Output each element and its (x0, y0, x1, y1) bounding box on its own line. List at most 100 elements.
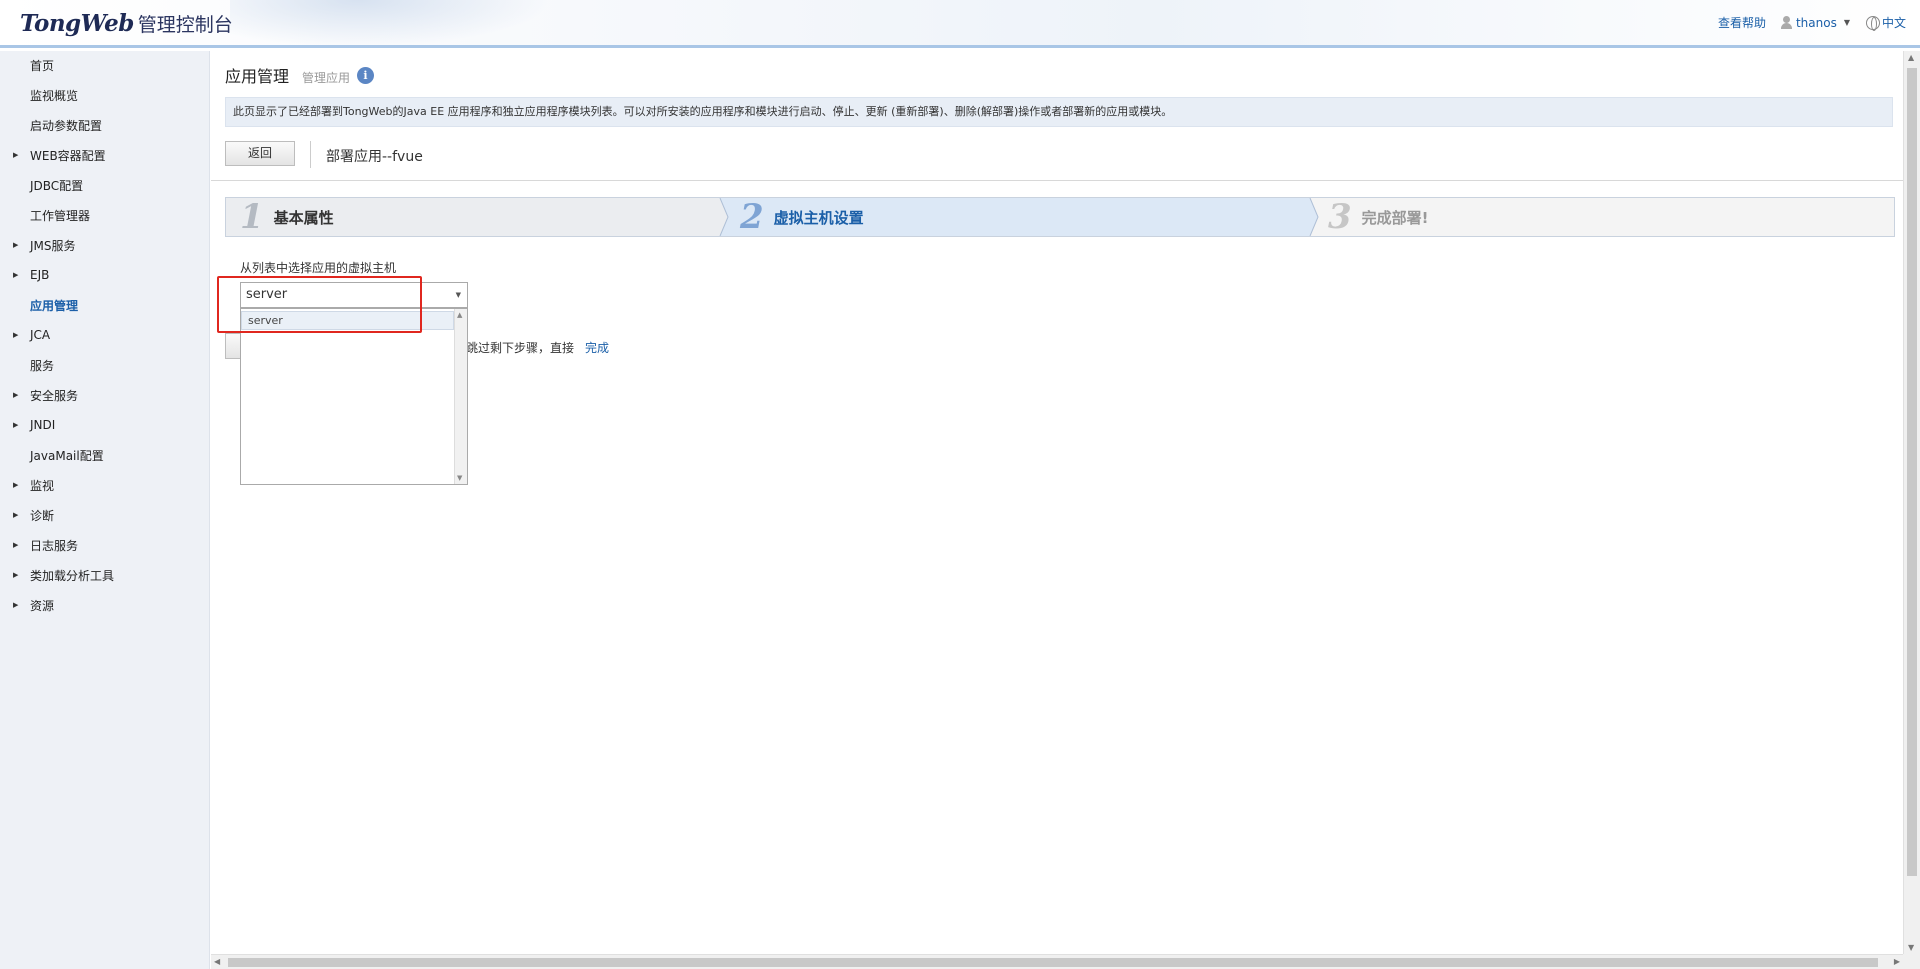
wizard-step-virtual-host[interactable]: 2 虚拟主机设置 (716, 198, 1306, 236)
sidebar-item[interactable]: JDBC配置 (0, 173, 210, 197)
sidebar-item[interactable]: ▶ JCA (0, 323, 210, 347)
top-header: TongWeb 管理控制台 查看帮助 thanos ▼ 中文 (0, 0, 1920, 48)
sidebar-item[interactable]: ▶ 日志服务 (0, 533, 210, 557)
skip-steps-text: 跳过剩下步骤，直接 (466, 341, 575, 355)
expand-arrow-icon: ▶ (13, 541, 19, 549)
sidebar-item-label: WEB容器配置 (30, 148, 106, 163)
next-button[interactable] (225, 333, 241, 359)
step-label: 完成部署! (1361, 208, 1429, 227)
horizontal-scrollbar[interactable]: ◀ ▶ (211, 954, 1903, 969)
sidebar-item[interactable]: 首页 (0, 53, 210, 77)
sidebar-item[interactable]: 应用管理 (0, 293, 210, 317)
expand-arrow-icon: ▶ (13, 481, 19, 489)
info-icon[interactable]: i (357, 67, 374, 84)
sidebar-item[interactable]: ▶ WEB容器配置 (0, 143, 210, 167)
vertical-scroll-thumb[interactable] (1907, 68, 1917, 876)
expand-arrow-icon: ▶ (13, 601, 19, 609)
sidebar-item-label: 监视 (30, 478, 55, 493)
vhost-option-server[interactable]: server (241, 311, 454, 330)
sidebar-item-label: JavaMail配置 (30, 448, 104, 463)
sidebar-item[interactable]: 监视概览 (0, 83, 210, 107)
sidebar-item[interactable]: ▶ 类加载分析工具 (0, 563, 210, 587)
sidebar-item[interactable]: 服务 (0, 353, 210, 377)
sidebar-item-label: 服务 (30, 358, 55, 373)
sidebar-item-label: 启动参数配置 (30, 118, 103, 133)
sidebar-item[interactable]: ▶ 安全服务 (0, 383, 210, 407)
language-label: 中文 (1881, 16, 1906, 30)
scroll-right-icon[interactable]: ▶ (1894, 957, 1900, 966)
scroll-up-icon[interactable]: ▲ (1908, 53, 1914, 62)
step-label: 基本属性 (273, 208, 334, 227)
logo-subtitle: 管理控制台 (137, 14, 233, 36)
sidebar-item-label: 首页 (30, 58, 55, 73)
horizontal-scroll-thumb[interactable] (228, 958, 1878, 967)
scroll-down-icon[interactable]: ▼ (457, 474, 462, 482)
sidebar-nav: 首页 监视概览 启动参数配置 ▶ WEB容器配置 JDBC配置 工作管理器 ▶ JMS服务 ▶ EJ… (0, 51, 210, 969)
scroll-up-icon[interactable]: ▲ (457, 311, 462, 319)
scroll-left-icon[interactable]: ◀ (214, 957, 220, 966)
sidebar-item-label: JMS服务 (30, 238, 76, 253)
wizard-step-basic-properties[interactable]: 1 基本属性 (226, 198, 716, 236)
expand-arrow-icon: ▶ (13, 241, 19, 249)
globe-icon (1865, 15, 1880, 31)
chevron-down-icon: ▼ (455, 291, 461, 299)
wizard-step-finish[interactable]: 3 完成部署! (1306, 198, 1894, 236)
sidebar-item-label: 日志服务 (30, 538, 79, 553)
page-title: 应用管理 (225, 67, 290, 86)
language-switch[interactable]: 中文 (1865, 14, 1906, 31)
sidebar-item[interactable]: ▶ JNDI (0, 413, 210, 437)
sidebar-item[interactable]: 启动参数配置 (0, 113, 210, 137)
vhost-dropdown-list[interactable]: server ▲ ▼ (240, 308, 468, 485)
scroll-down-icon[interactable]: ▼ (1908, 943, 1914, 952)
sidebar-item-label: 资源 (30, 598, 55, 613)
vertical-scrollbar[interactable]: ▲ ▼ (1903, 51, 1920, 954)
expand-arrow-icon: ▶ (13, 331, 19, 339)
page-subtitle: 管理应用 (302, 71, 351, 85)
scroll-corner (1903, 954, 1920, 969)
section-divider (211, 180, 1903, 181)
sidebar-item-label: JNDI (30, 418, 56, 432)
sidebar-item[interactable]: ▶ 资源 (0, 593, 210, 617)
help-link[interactable]: 查看帮助 (1718, 14, 1766, 31)
sidebar-item-label: JDBC配置 (30, 178, 84, 193)
sidebar-item-label: 诊断 (30, 508, 55, 523)
toolbar-divider (310, 141, 311, 168)
back-button[interactable]: 返回 (225, 141, 295, 166)
dropdown-scrollbar[interactable]: ▲ ▼ (454, 309, 467, 484)
vhost-select[interactable]: server ▼ (240, 282, 468, 308)
sidebar-item-label: EJB (30, 268, 50, 282)
sidebar-item-label: JCA (30, 328, 51, 342)
vhost-field-label: 从列表中选择应用的虚拟主机 (240, 261, 397, 275)
sidebar-item-label: 类加载分析工具 (30, 568, 115, 583)
step-separator-icon (1306, 198, 1319, 236)
sidebar-item[interactable]: 工作管理器 (0, 203, 210, 227)
user-icon (1780, 16, 1793, 29)
step-number: 3 (1328, 197, 1352, 237)
chevron-down-icon: ▼ (1843, 18, 1850, 27)
expand-arrow-icon: ▶ (13, 421, 19, 429)
sidebar-item[interactable]: ▶ JMS服务 (0, 233, 210, 257)
sidebar-item-label: 安全服务 (30, 388, 79, 403)
sidebar-item[interactable]: JavaMail配置 (0, 443, 210, 467)
step-number: 1 (240, 197, 264, 237)
main-content: 应用管理 管理应用 i 此页显示了已经部署到TongWeb的Java EE 应用… (211, 51, 1903, 954)
step-separator-icon (716, 198, 729, 236)
wizard-steps: 1 基本属性 2 虚拟主机设置 3 完成部署! (225, 197, 1895, 237)
sidebar-item-label: 应用管理 (30, 298, 79, 313)
sidebar-item-label: 监视概览 (30, 88, 79, 103)
sidebar-item[interactable]: ▶ EJB (0, 263, 210, 287)
header-decoration (230, 0, 550, 48)
header-actions: 查看帮助 thanos ▼ 中文 (1718, 14, 1906, 31)
vhost-selected-value: server (246, 287, 288, 302)
expand-arrow-icon: ▶ (13, 511, 19, 519)
user-menu[interactable]: thanos ▼ (1780, 16, 1850, 30)
deploy-title: 部署应用--fvue (326, 149, 423, 165)
finish-link[interactable]: 完成 (585, 339, 609, 356)
user-name: thanos (1795, 15, 1837, 30)
page-description: 此页显示了已经部署到TongWeb的Java EE 应用程序和独立应用程序模块列… (225, 97, 1893, 127)
sidebar-item[interactable]: ▶ 诊断 (0, 503, 210, 527)
logo-brand: TongWeb (20, 10, 134, 37)
app-logo: TongWeb 管理控制台 (20, 10, 233, 38)
sidebar-item[interactable]: ▶ 监视 (0, 473, 210, 497)
expand-arrow-icon: ▶ (13, 271, 19, 279)
